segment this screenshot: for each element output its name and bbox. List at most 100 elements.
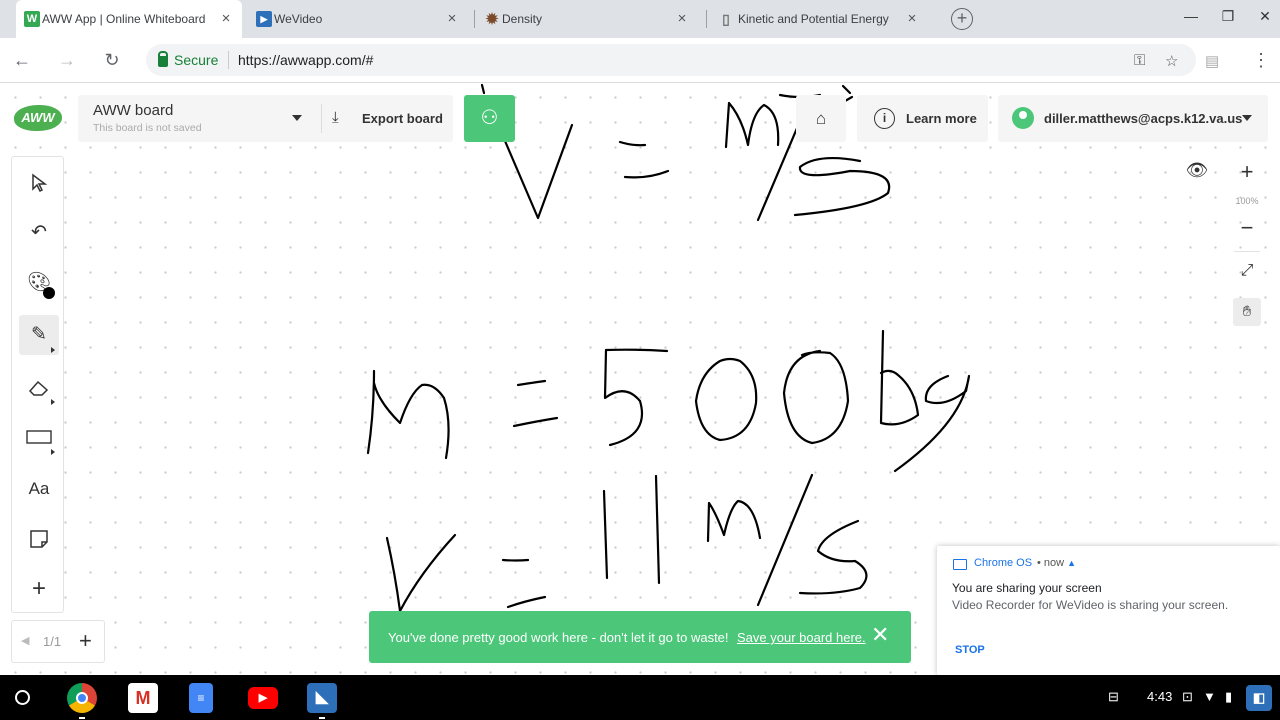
avatar: [1012, 107, 1034, 129]
pencil-icon: ✎: [31, 324, 47, 345]
submenu-arrow-icon: [51, 347, 55, 353]
chrome-icon[interactable]: [67, 683, 97, 719]
new-tab-button[interactable]: +: [951, 8, 973, 30]
launcher-icon[interactable]: [15, 690, 30, 705]
tab-title: Density: [502, 12, 543, 26]
rectangle-icon: [26, 430, 52, 444]
reload-icon[interactable]: ↻: [100, 48, 124, 72]
document-favicon-icon: ▯: [722, 10, 730, 27]
tab-close-icon[interactable]: ×: [218, 11, 234, 27]
forward-arrow-icon[interactable]: →: [55, 48, 79, 72]
extension-icon[interactable]: ▤: [1205, 52, 1219, 70]
save-board-link[interactable]: Save your board here.: [737, 630, 866, 645]
chevron-down-icon[interactable]: [292, 115, 302, 121]
screen-capture-icon[interactable]: ⊟: [1108, 689, 1119, 705]
user-menu[interactable]: diller.matthews@acps.k12.va.us: [998, 95, 1268, 142]
docs-icon[interactable]: ≡: [189, 683, 213, 713]
notification-app-name: Chrome OS: [974, 557, 1033, 569]
pen-tool-button[interactable]: ✎: [19, 315, 59, 355]
secure-label: Secure: [174, 52, 219, 68]
address-bar[interactable]: Secure https://awwapp.com/# ⚿ ☆: [146, 44, 1196, 76]
chrome-menu-icon[interactable]: ⋮: [1252, 48, 1270, 72]
minimize-icon[interactable]: —: [1180, 8, 1202, 30]
pan-hand-icon[interactable]: ✋︎: [1233, 298, 1261, 326]
submenu-arrow-icon: [51, 399, 55, 405]
aww-favicon-icon: W: [24, 11, 40, 27]
tab-wevideo[interactable]: ▶ WeVideo ×: [248, 0, 468, 38]
board-save-status: This board is not saved: [93, 122, 202, 134]
screen-share-notification: Chrome OS • now ▲ You are sharing your s…: [937, 546, 1280, 675]
eraser-tool-button[interactable]: [19, 367, 59, 407]
close-icon[interactable]: ✕: [871, 624, 889, 646]
page-navigator: ◀ 1/1 +: [11, 620, 105, 663]
sticky-note-button[interactable]: [19, 519, 59, 559]
clock[interactable]: 4:43: [1147, 689, 1172, 704]
board-menu[interactable]: AWW board This board is not saved ⤓ Expo…: [78, 95, 453, 142]
view-mode-button[interactable]: 👁︎: [1181, 156, 1213, 184]
notification-title: You are sharing your screen: [952, 581, 1102, 595]
wevideo-favicon-icon: ▶: [256, 11, 272, 27]
tab-close-icon[interactable]: ×: [904, 11, 920, 27]
lock-icon: [158, 50, 168, 67]
notification-body: Video Recorder for WeVideo is sharing yo…: [952, 598, 1229, 612]
battery-icon[interactable]: ▮: [1225, 689, 1232, 705]
add-user-icon: ⚇: [480, 107, 499, 129]
tab-kinetic-energy[interactable]: ▯ Kinetic and Potential Energy W ×: [710, 0, 928, 38]
zoom-in-button[interactable]: +: [1236, 159, 1258, 185]
omnibox-separator: [228, 51, 229, 69]
zoom-separator: [1234, 251, 1260, 252]
restore-icon[interactable]: ❐: [1217, 8, 1239, 30]
tab-aww-app[interactable]: W AWW App | Online Whiteboard ×: [16, 0, 242, 38]
export-board-button[interactable]: Export board: [362, 111, 443, 126]
notification-time-text: now: [1043, 557, 1065, 569]
zoom-controls: + 100% − ⤢ ✋︎: [1226, 156, 1268, 331]
gmail-icon[interactable]: M: [128, 683, 158, 713]
key-icon[interactable]: ⚿: [1134, 52, 1145, 69]
chrome-center-icon: [76, 692, 88, 704]
tool-panel: ↶ 🎨︎ ✎ Aa +: [11, 156, 64, 613]
chevron-up-icon[interactable]: ▲: [1067, 558, 1076, 568]
close-window-icon[interactable]: ✕: [1254, 8, 1276, 30]
sticky-note-icon: [30, 530, 48, 548]
tab-separator: [706, 10, 707, 28]
back-arrow-icon[interactable]: ←: [10, 48, 34, 72]
wevideo-recorder-icon[interactable]: ◧: [1246, 685, 1272, 711]
download-icon: ⤓: [332, 109, 339, 126]
url-text[interactable]: https://awwapp.com/#: [238, 52, 373, 68]
undo-button[interactable]: ↶: [19, 213, 59, 253]
tab-close-icon[interactable]: ×: [444, 11, 460, 27]
secure-indicator[interactable]: Secure: [158, 50, 219, 68]
select-tool-button[interactable]: [19, 163, 59, 203]
learn-more-button[interactable]: i Learn more: [857, 95, 988, 142]
previous-page-icon[interactable]: ◀: [21, 634, 29, 647]
youtube-icon[interactable]: ▶: [248, 687, 278, 709]
color-picker-button[interactable]: 🎨︎: [19, 263, 59, 303]
board-name[interactable]: AWW board: [93, 102, 173, 119]
chevron-down-icon[interactable]: [1242, 115, 1252, 121]
zoom-level: 100%: [1235, 196, 1259, 206]
stop-sharing-button[interactable]: STOP: [955, 644, 985, 656]
cast-icon[interactable]: ⊡: [1182, 689, 1193, 705]
star-icon[interactable]: ☆: [1165, 52, 1178, 70]
home-button[interactable]: ⌂: [796, 95, 846, 142]
plus-icon: +: [31, 575, 46, 602]
aww-logo[interactable]: AWW: [14, 105, 62, 131]
add-tool-button[interactable]: +: [19, 569, 59, 609]
wifi-icon[interactable]: ▼: [1203, 689, 1216, 704]
invite-user-button[interactable]: ⚇: [464, 95, 515, 142]
browser-tab-strip: W AWW App | Online Whiteboard × ▶ WeVide…: [0, 0, 1280, 38]
add-page-button[interactable]: +: [79, 628, 92, 654]
shape-tool-button[interactable]: [19, 417, 59, 457]
current-color-swatch: [43, 287, 55, 299]
zoom-out-button[interactable]: −: [1236, 215, 1258, 241]
undo-icon: ↶: [31, 222, 47, 243]
eye-icon: 👁︎: [1185, 160, 1209, 180]
fit-screen-icon[interactable]: ⤢: [1236, 262, 1258, 280]
text-tool-button[interactable]: Aa: [19, 469, 59, 509]
wevideo-icon[interactable]: ◣: [307, 683, 337, 719]
eraser-icon: [28, 380, 49, 396]
learn-more-label: Learn more: [906, 111, 977, 126]
tab-density[interactable]: ✹ Density ×: [476, 0, 698, 38]
tab-title: Kinetic and Potential Energy W: [738, 12, 890, 26]
tab-close-icon[interactable]: ×: [674, 11, 690, 27]
